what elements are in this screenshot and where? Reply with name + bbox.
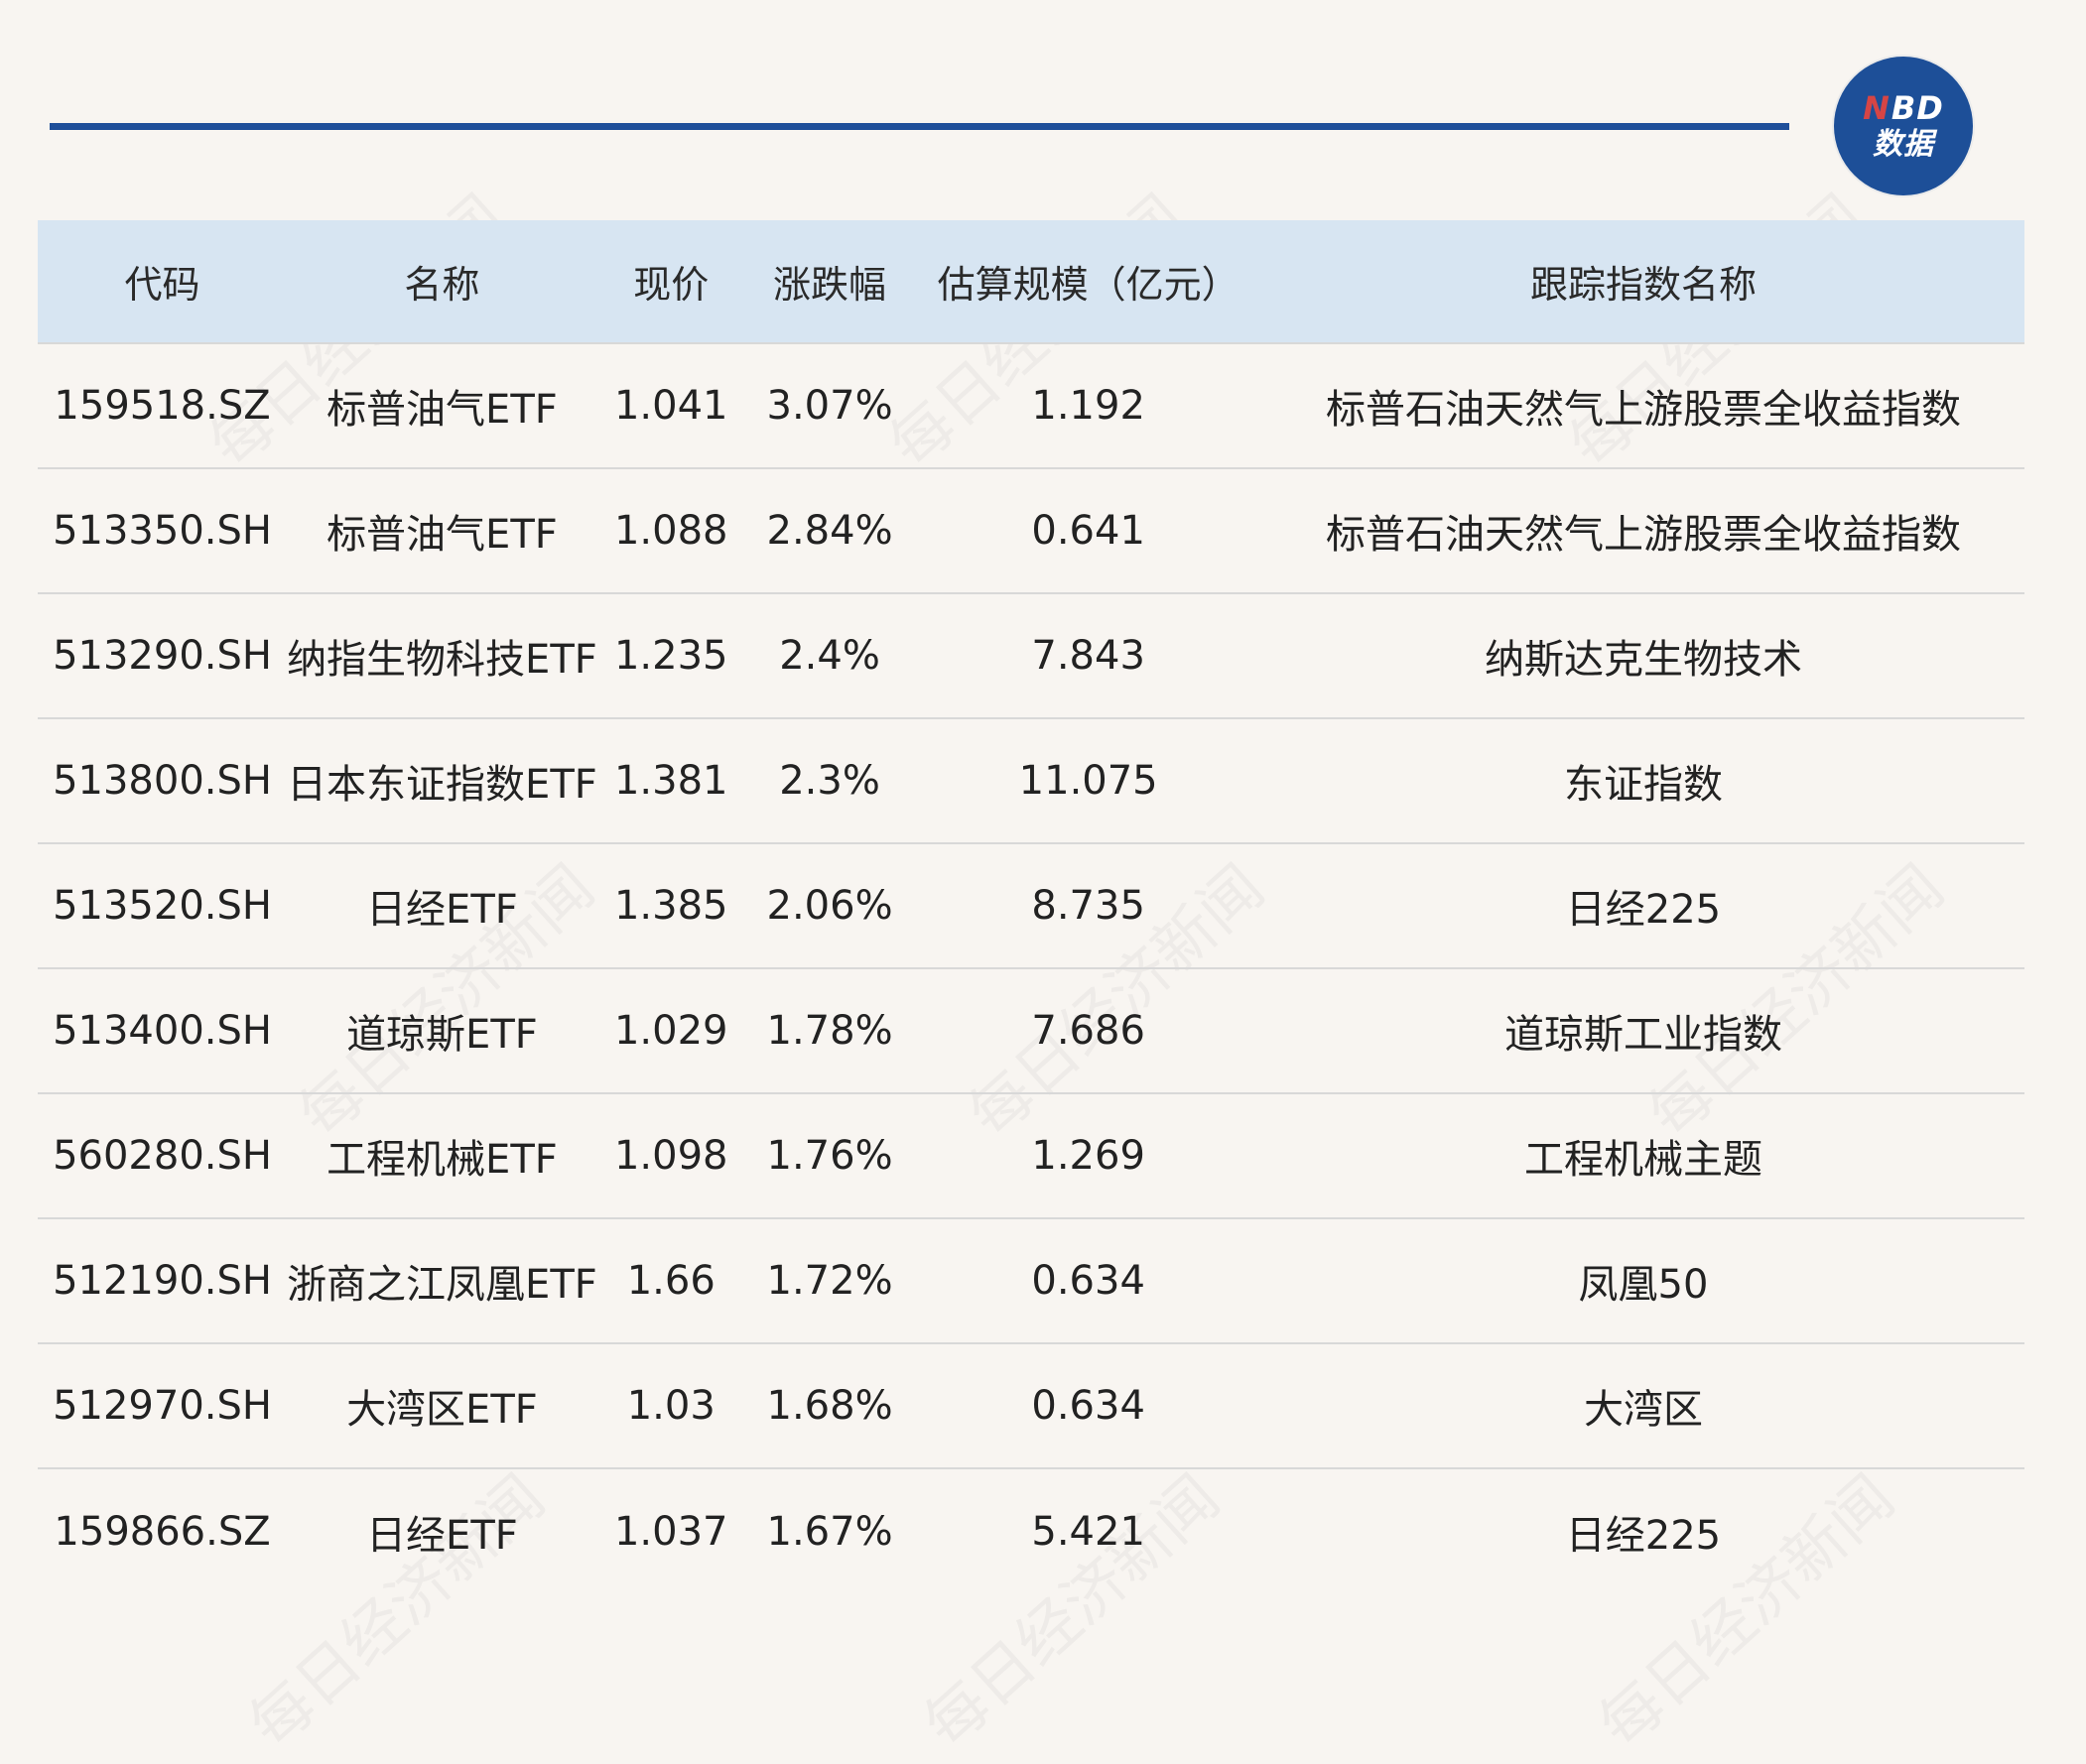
nbd-data-logo: N BD 数据 [1834,57,1973,195]
table-row: 513400.SH 道琼斯ETF 1.029 1.78% 7.686 道琼斯工业… [38,967,2024,1093]
cell-price: 1.029 [596,967,745,1093]
cell-code: 513290.SH [38,592,288,718]
cell-index: 道琼斯工业指数 [1261,967,2024,1093]
logo-n-text: N [1863,89,1890,127]
table-row: 513800.SH 日本东证指数ETF 1.381 2.3% 11.075 东证… [38,717,2024,843]
table-row: 513520.SH 日经ETF 1.385 2.06% 8.735 日经225 [38,842,2024,968]
etf-table-wrapper: 代码 名称 现价 涨跌幅 估算规模（亿元） 跟踪指数名称 159518.SZ 标… [38,220,2024,1593]
cell-name: 日本东证指数ETF [287,717,597,843]
cell-code: 159518.SZ [38,342,288,468]
cell-name: 大湾区ETF [287,1342,597,1468]
cell-change: 2.3% [744,717,915,843]
cell-price: 1.03 [596,1342,745,1468]
cell-price: 1.088 [596,467,745,593]
cell-code: 159866.SZ [38,1467,288,1593]
cell-change: 1.72% [744,1217,915,1343]
cell-name: 日经ETF [287,1467,597,1593]
cell-price: 1.037 [596,1467,745,1593]
cell-price: 1.098 [596,1092,745,1218]
etf-table: 代码 名称 现价 涨跌幅 估算规模（亿元） 跟踪指数名称 159518.SZ 标… [38,220,2024,1593]
cell-change: 1.67% [744,1467,915,1593]
cell-price: 1.235 [596,592,745,718]
header-change: 涨跌幅 [773,263,887,307]
cell-size: 7.843 [914,592,1262,718]
cell-name: 日经ETF [287,842,597,968]
cell-size: 5.421 [914,1467,1262,1593]
cell-index: 工程机械主题 [1261,1092,2024,1218]
cell-price: 1.66 [596,1217,745,1343]
cell-size: 0.634 [914,1217,1262,1343]
table-row: 159518.SZ 标普油气ETF 1.041 3.07% 1.192 标普石油… [38,342,2024,468]
header-name: 名称 [404,263,480,307]
cell-code: 513350.SH [38,467,288,593]
cell-name: 标普油气ETF [287,467,597,593]
cell-size: 11.075 [914,717,1262,843]
cell-size: 7.686 [914,967,1262,1093]
table-header-row: 代码 名称 现价 涨跌幅 估算规模（亿元） 跟踪指数名称 [38,220,2024,343]
cell-index: 标普石油天然气上游股票全收益指数 [1261,467,2024,593]
cell-index: 东证指数 [1261,717,2024,843]
table-row: 560280.SH 工程机械ETF 1.098 1.76% 1.269 工程机械… [38,1092,2024,1218]
cell-change: 1.76% [744,1092,915,1218]
cell-price: 1.041 [596,342,745,468]
cell-index: 凤凰50 [1261,1217,2024,1343]
cell-name: 纳指生物科技ETF [287,592,597,718]
cell-code: 513520.SH [38,842,288,968]
cell-size: 1.269 [914,1092,1262,1218]
header-price: 现价 [633,263,710,307]
logo-mark: N BD [1863,92,1944,124]
cell-code: 513800.SH [38,717,288,843]
cell-change: 2.06% [744,842,915,968]
cell-size: 8.735 [914,842,1262,968]
cell-size: 0.634 [914,1342,1262,1468]
cell-index: 大湾区 [1261,1342,2024,1468]
logo-bottom-text: 数据 [1873,127,1934,162]
cell-name: 浙商之江凤凰ETF [287,1217,597,1343]
cell-name: 道琼斯ETF [287,967,597,1093]
logo-bd-text: BD [1890,89,1944,127]
cell-code: 512190.SH [38,1217,288,1343]
cell-price: 1.381 [596,717,745,843]
cell-index: 日经225 [1261,842,2024,968]
table-row: 513350.SH 标普油气ETF 1.088 2.84% 0.641 标普石油… [38,467,2024,593]
header-rule [50,123,1789,130]
table-row: 512970.SH 大湾区ETF 1.03 1.68% 0.634 大湾区 [38,1342,2024,1468]
table-row: 513290.SH 纳指生物科技ETF 1.235 2.4% 7.843 纳斯达… [38,592,2024,718]
cell-size: 0.641 [914,467,1262,593]
cell-change: 2.4% [744,592,915,718]
cell-index: 日经225 [1261,1467,2024,1593]
cell-change: 1.68% [744,1342,915,1468]
cell-code: 513400.SH [38,967,288,1093]
cell-size: 1.192 [914,342,1262,468]
cell-price: 1.385 [596,842,745,968]
table-row: 159866.SZ 日经ETF 1.037 1.67% 5.421 日经225 [38,1467,2024,1593]
header-index: 跟踪指数名称 [1529,263,1757,307]
cell-name: 标普油气ETF [287,342,597,468]
cell-index: 纳斯达克生物技术 [1261,592,2024,718]
cell-index: 标普石油天然气上游股票全收益指数 [1261,342,2024,468]
cell-code: 512970.SH [38,1342,288,1468]
cell-name: 工程机械ETF [287,1092,597,1218]
cell-code: 560280.SH [38,1092,288,1218]
header-code: 代码 [124,263,200,307]
cell-change: 3.07% [744,342,915,468]
cell-change: 2.84% [744,467,915,593]
header-size: 估算规模（亿元） [937,263,1239,307]
table-row: 512190.SH 浙商之江凤凰ETF 1.66 1.72% 0.634 凤凰5… [38,1217,2024,1343]
cell-change: 1.78% [744,967,915,1093]
